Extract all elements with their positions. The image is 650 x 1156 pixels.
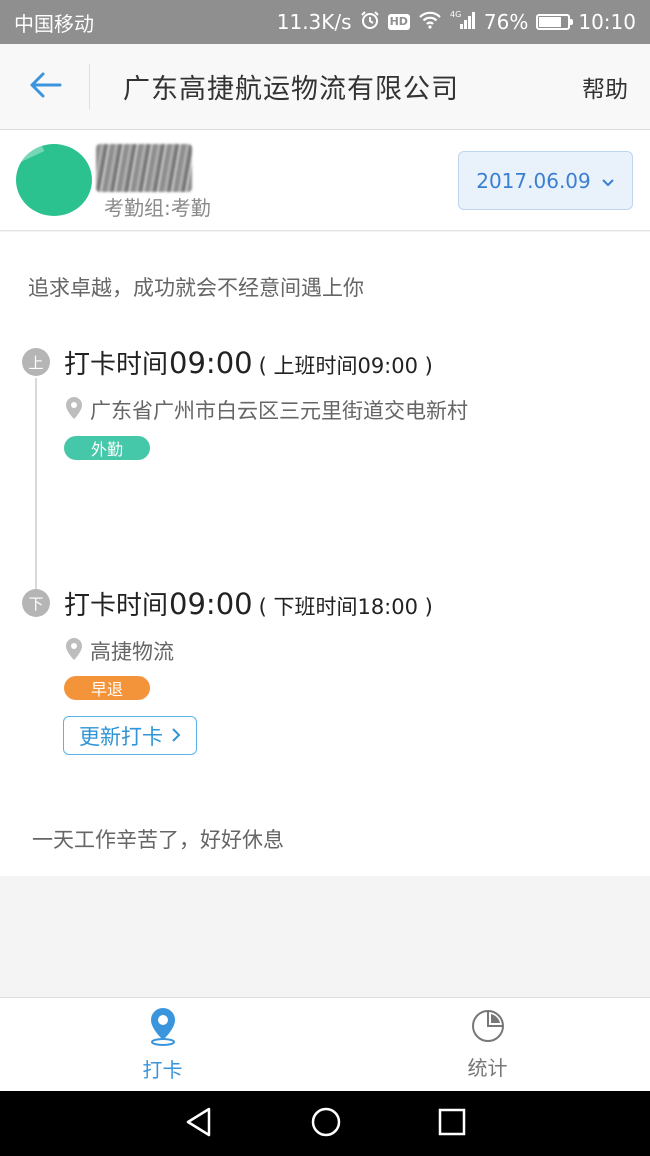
bottom-tab-bar: 打卡 统计 [0,997,650,1091]
location-pin-icon [148,1006,178,1050]
early-leave-badge: 早退 [64,676,150,700]
network-speed: 11.3K/s [276,10,352,34]
scheduled-time: ( 下班时间18:00 ) [258,595,433,619]
update-punch-label: 更新打卡 [79,724,163,749]
tab-label: 打卡 [142,1058,183,1082]
punch-label: 打卡时间 [64,350,169,380]
status-bar-right: 11.3K/s HD 4G 76% 10:10 [277,10,636,35]
svg-text:4G: 4G [450,10,461,19]
recents-square-icon[interactable] [438,1108,466,1140]
clock-time: 10:10 [578,10,636,34]
tab-label: 统计 [467,1056,508,1080]
status-bar: 中国移动 11.3K/s HD 4G 76% 10:10 [0,0,650,44]
attendance-group-label: 考勤组:考勤 [104,196,211,220]
app-header: 广东高捷航运物流有限公司 帮助 [0,44,650,130]
scheduled-time: ( 上班时间09:00 ) [258,354,433,378]
clock-out-location: 高捷物流 [64,636,174,666]
system-nav-bar [0,1091,650,1156]
battery-icon [536,14,574,30]
attendance-content: 追求卓越，成功就会不经意间遇上你 上 打卡时间 09:00 ( 上班时间09:0… [0,232,650,876]
battery-percent: 76% [483,10,529,34]
motto-text: 追求卓越，成功就会不经意间遇上你 [28,276,364,300]
pie-chart-icon [470,1008,506,1048]
alarm-icon [360,10,380,35]
user-info-row: 考勤组:考勤 2017.06.09 [0,130,650,231]
back-triangle-icon[interactable] [184,1106,214,1142]
clock-out-dot: 下 [22,589,50,617]
clock-in-location: 广东省广州市白云区三元里街道交电新村 [64,395,468,425]
signal-icon: 4G [450,10,476,35]
location-text: 广东省广州市白云区三元里街道交电新村 [90,399,468,423]
date-label: 2017.06.09 [476,168,591,193]
punch-label: 打卡时间 [64,591,169,621]
date-picker-button[interactable]: 2017.06.09 [458,151,633,210]
clock-out-record: 打卡时间 09:00 ( 下班时间18:00 ) [64,585,433,622]
clock-in-dot: 上 [22,348,50,376]
back-button[interactable] [0,44,90,130]
map-pin-icon [64,637,84,666]
wifi-icon [418,10,442,34]
punch-time: 09:00 [169,587,253,621]
clock-in-record: 打卡时间 09:00 ( 上班时间09:00 ) [64,344,433,381]
help-button[interactable]: 帮助 [582,70,650,104]
tab-statistics[interactable]: 统计 [325,998,650,1091]
chevron-down-icon [601,169,615,193]
update-punch-button[interactable]: 更新打卡 [63,716,197,755]
avatar[interactable] [16,144,92,216]
punch-time: 09:00 [169,346,253,380]
redacted-username [96,144,192,192]
carrier-name: 中国移动 [14,11,94,36]
chevron-right-icon [171,724,181,748]
farewell-text: 一天工作辛苦了，好好休息 [32,828,284,852]
location-text: 高捷物流 [90,640,174,664]
field-work-badge: 外勤 [64,436,150,460]
tab-punch[interactable]: 打卡 [0,998,325,1091]
back-arrow-icon [28,71,62,103]
page-title: 广东高捷航运物流有限公司 [123,74,459,105]
timeline-line [35,378,37,600]
home-circle-icon[interactable] [310,1106,342,1142]
hd-icon: HD [387,14,410,30]
map-pin-icon [64,396,84,425]
